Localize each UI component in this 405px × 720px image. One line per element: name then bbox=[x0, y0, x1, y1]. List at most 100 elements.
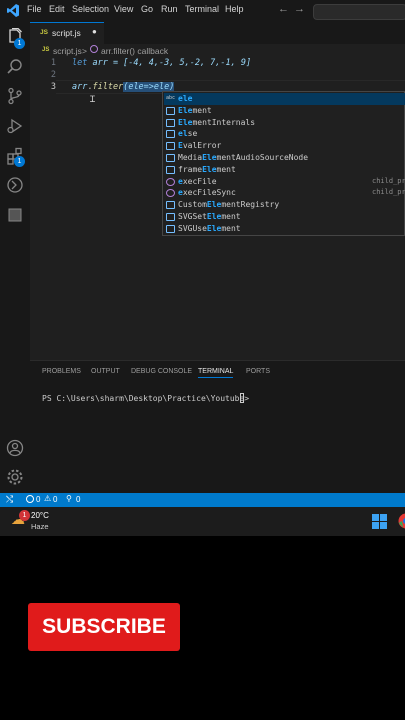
suggestion-item[interactable]: abc ele bbox=[164, 93, 405, 105]
weather-condition[interactable]: Haze bbox=[31, 522, 49, 531]
suggestion-label: execFile bbox=[178, 176, 217, 188]
code-method: filter bbox=[92, 82, 124, 92]
text-cursor-icon: Ɪ bbox=[90, 94, 96, 104]
remote-explorer-icon[interactable] bbox=[6, 176, 24, 194]
code-line-3[interactable]: arr.filter(ele=>ele) bbox=[72, 82, 175, 92]
variable-symbol-icon bbox=[166, 130, 175, 139]
suggestion-item[interactable]: SVGUseElement bbox=[164, 223, 405, 235]
suggestion-label: ele bbox=[178, 93, 192, 105]
breadcrumb-separator: > bbox=[82, 46, 87, 56]
line-number: 2 bbox=[50, 70, 56, 80]
suggestion-label-post: ment bbox=[221, 223, 241, 233]
variable-symbol-icon bbox=[166, 224, 175, 233]
windows-taskbar: ☁ 1 20°C Haze bbox=[0, 507, 405, 536]
menu-edit[interactable]: Edit bbox=[49, 4, 65, 14]
suggestion-item[interactable]: Element bbox=[164, 105, 405, 117]
tab-problems[interactable]: PROBLEMS bbox=[42, 368, 81, 375]
suggestion-label-post: ment bbox=[216, 164, 236, 174]
unsaved-dot-icon[interactable]: ● bbox=[92, 27, 97, 36]
suggestion-label: SVGUseElement bbox=[178, 223, 241, 235]
code-text: arr = [-4, 4,-3, 5,-2, 7,-1, 9] bbox=[87, 58, 252, 68]
suggestion-label-post: xecFile bbox=[182, 176, 217, 186]
suggestion-item[interactable]: else bbox=[164, 128, 405, 140]
suggestion-label-match: Ele bbox=[202, 153, 217, 162]
suggestion-label: execFileSync bbox=[178, 187, 236, 199]
run-debug-icon[interactable] bbox=[6, 117, 24, 135]
suggestion-label-match: Ele bbox=[206, 200, 222, 210]
suggestion-label-match: Ele bbox=[178, 105, 193, 115]
remote-indicator-icon[interactable]: ⤭ bbox=[6, 494, 13, 505]
breadcrumb-symbol[interactable]: arr.filter() callback bbox=[101, 46, 168, 56]
method-symbol-icon bbox=[166, 189, 175, 198]
breadcrumb-file[interactable]: script.js bbox=[53, 46, 82, 56]
suggestion-label-post: valError bbox=[182, 141, 222, 151]
warning-count[interactable]: 0 bbox=[53, 495, 57, 504]
tab-script-js[interactable]: JS script.js ● bbox=[30, 22, 104, 44]
suggestion-label-pre: SVGSet bbox=[178, 212, 207, 221]
settings-gear-icon[interactable] bbox=[6, 468, 24, 486]
command-center-search[interactable] bbox=[313, 4, 405, 20]
suggestion-item[interactable]: SVGSetElement bbox=[164, 211, 405, 223]
suggestion-item[interactable]: MediaElementAudioSourceNode bbox=[164, 152, 405, 164]
forward-arrow-icon[interactable]: → bbox=[294, 3, 305, 15]
suggestion-item[interactable]: frameElement bbox=[164, 164, 405, 176]
tab-debug-console[interactable]: DEBUG CONSOLE bbox=[131, 368, 192, 375]
suggestion-label-post: ment bbox=[192, 105, 212, 115]
suggestion-label-match: ele bbox=[178, 94, 193, 103]
menu-terminal[interactable]: Terminal bbox=[185, 4, 219, 14]
code-line-1[interactable]: let arr = [-4, 4,-3, 5,-2, 7,-1, 9] bbox=[72, 58, 251, 68]
line-number: 1 bbox=[50, 58, 56, 68]
ports-count[interactable]: 0 bbox=[76, 495, 80, 504]
tab-terminal[interactable]: TERMINAL bbox=[198, 368, 234, 378]
line-number: 3 bbox=[50, 82, 56, 92]
windows-start-icon[interactable] bbox=[372, 514, 387, 529]
accounts-icon[interactable] bbox=[6, 439, 24, 457]
code-keyword: let bbox=[72, 58, 88, 68]
extension-panel-icon[interactable] bbox=[6, 206, 24, 224]
method-symbol-icon bbox=[166, 177, 175, 186]
suggest-widget[interactable]: abc ele Element ElementInternals else EvalErr… bbox=[162, 91, 405, 236]
suggestion-label-post: mentInternals bbox=[192, 117, 256, 127]
suggestion-label: ElementInternals bbox=[178, 117, 255, 129]
source-control-icon[interactable] bbox=[6, 87, 24, 105]
menu-selection[interactable]: Selection bbox=[72, 4, 109, 14]
status-bar: ⤭ 0 ⚠ 0 ⚲ 0 bbox=[0, 493, 405, 507]
suggestion-item[interactable]: ElementInternals bbox=[164, 117, 405, 129]
suggestion-item[interactable]: EvalError bbox=[164, 140, 405, 152]
extensions-badge: 1 bbox=[14, 156, 25, 167]
tab-ports[interactable]: PORTS bbox=[246, 368, 270, 375]
suggestion-item[interactable]: execFileSync child_pr bbox=[164, 187, 405, 199]
menu-view[interactable]: View bbox=[114, 4, 133, 14]
ports-icon[interactable]: ⚲ bbox=[66, 494, 72, 503]
tab-output[interactable]: OUTPUT bbox=[91, 368, 120, 375]
menu-file[interactable]: File bbox=[27, 4, 42, 14]
menu-go[interactable]: Go bbox=[141, 4, 153, 14]
suggestion-label: else bbox=[178, 128, 197, 140]
variable-symbol-icon bbox=[166, 213, 175, 221]
explorer-badge: 1 bbox=[14, 38, 25, 49]
code-object: arr bbox=[72, 82, 88, 92]
suggestion-item[interactable]: execFile child_pr bbox=[164, 176, 405, 188]
suggestion-label: frameElement bbox=[178, 164, 236, 176]
suggestion-label: EvalError bbox=[178, 140, 221, 152]
chrome-icon[interactable] bbox=[398, 513, 405, 529]
suggestion-detail: child_pr bbox=[372, 176, 405, 185]
search-icon[interactable] bbox=[6, 58, 24, 76]
warning-icon[interactable]: ⚠ bbox=[44, 494, 51, 503]
suggestion-item[interactable]: CustomElementRegistry bbox=[164, 199, 405, 211]
menu-run[interactable]: Run bbox=[161, 4, 178, 14]
variable-symbol-icon bbox=[166, 201, 175, 210]
menu-help[interactable]: Help bbox=[225, 4, 244, 14]
vscode-logo-icon[interactable] bbox=[7, 4, 19, 17]
function-symbol-icon bbox=[90, 45, 98, 53]
activity-bar: 1 1 bbox=[0, 22, 30, 493]
back-arrow-icon[interactable]: ← bbox=[278, 3, 289, 15]
suggestion-label-match: Ele bbox=[206, 212, 222, 221]
terminal-prompt[interactable]: PS C:\Users\sharm\Desktop\Practice\Youtu… bbox=[42, 394, 254, 403]
suggestion-label-match: Ele bbox=[206, 223, 222, 233]
error-icon[interactable] bbox=[26, 495, 34, 503]
error-count[interactable]: 0 bbox=[36, 495, 40, 504]
weather-temp[interactable]: 20°C bbox=[31, 511, 49, 520]
bottom-panel bbox=[30, 360, 405, 493]
subscribe-button[interactable]: SUBSCRIBE bbox=[28, 603, 180, 651]
